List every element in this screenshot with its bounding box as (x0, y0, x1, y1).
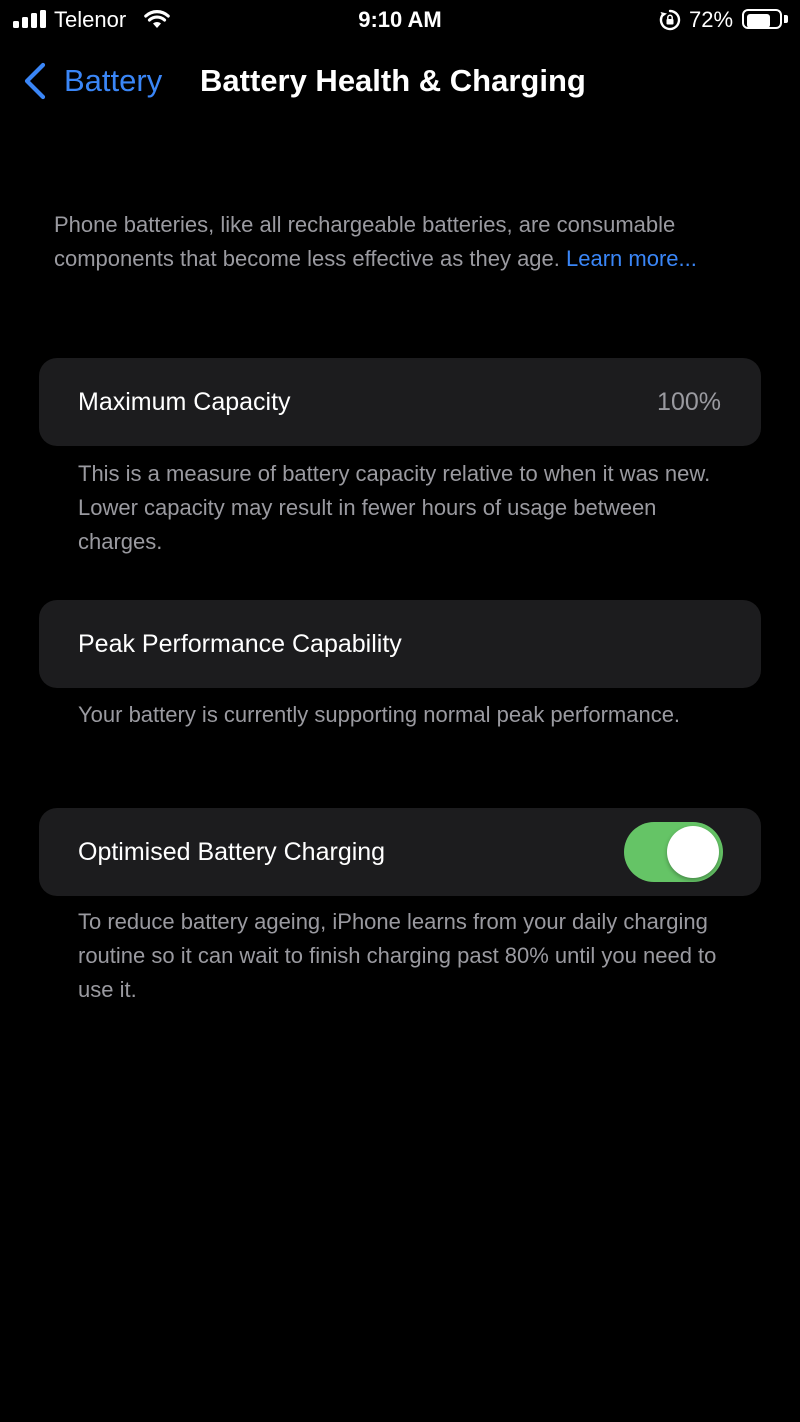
toggle-knob (667, 826, 719, 878)
back-button[interactable]: Battery (22, 58, 162, 104)
maximum-capacity-value: 100% (657, 388, 721, 416)
optimised-charging-label: Optimised Battery Charging (78, 838, 386, 866)
maximum-capacity-row: Maximum Capacity 100% (39, 358, 761, 446)
battery-percentage: 72% (689, 7, 734, 32)
chevron-left-icon (24, 62, 46, 100)
optimised-charging-footnote: To reduce battery ageing, iPhone learns … (78, 909, 717, 1002)
battery-body (742, 9, 782, 29)
status-bar: Telenor 9:10 AM 72% (0, 0, 800, 40)
optimised-charging-toggle[interactable] (624, 822, 723, 882)
peak-performance-footnote: Your battery is currently supporting nor… (78, 702, 681, 727)
battery-fill (747, 14, 770, 28)
intro-text: Phone batteries, like all rechargeable b… (54, 208, 754, 276)
battery-icon (742, 9, 790, 31)
maximum-capacity-label: Maximum Capacity (78, 388, 291, 416)
page-title: Battery Health & Charging (200, 63, 586, 98)
peak-performance-label: Peak Performance Capability (78, 630, 402, 658)
learn-more-link[interactable]: Learn more... (566, 246, 697, 271)
peak-performance-row: Peak Performance Capability (39, 600, 761, 688)
back-button-label: Battery (64, 63, 163, 98)
maximum-capacity-footnote: This is a measure of battery capacity re… (78, 461, 711, 554)
navigation-bar: Battery Battery Health & Charging (0, 50, 800, 114)
battery-tip (784, 15, 788, 23)
optimised-charging-row: Optimised Battery Charging (39, 808, 761, 896)
rotation-lock-icon (659, 9, 681, 31)
